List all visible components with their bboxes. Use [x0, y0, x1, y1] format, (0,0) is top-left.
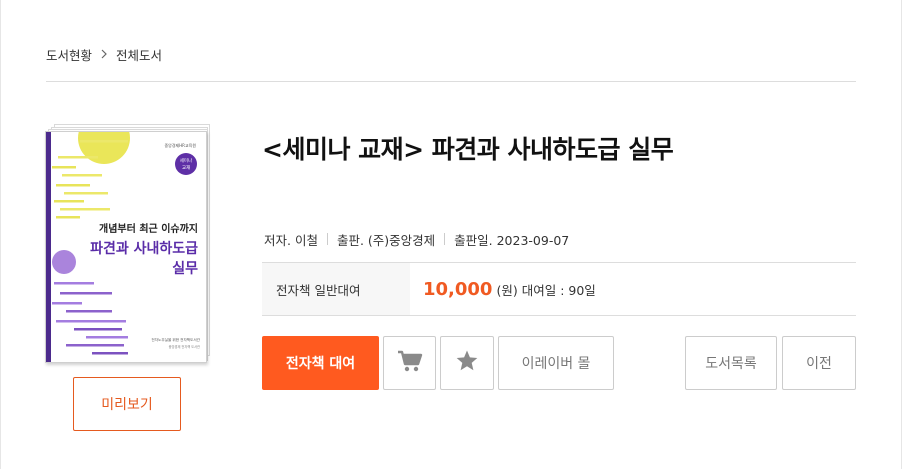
cover-badge-line2: 교재 [182, 164, 190, 171]
page-frame-left [0, 0, 1, 469]
cover-title-line1: 파견과 사내하도급 [90, 240, 198, 257]
book-pub-date: 출판일. 2023-09-07 [454, 232, 570, 248]
book-publisher: 출판. (주)중앙경제 [336, 232, 436, 248]
rent-ebook-button[interactable]: 전자책 대여 [262, 336, 379, 390]
cover-footer-line2: 중앙경제 전자책 도서관 [169, 344, 200, 349]
star-icon [455, 349, 479, 377]
book-meta: 저자. 이철 출판. (주)중앙경제 출판일. 2023-09-07 [264, 229, 569, 249]
price-unit: (원) [496, 282, 518, 298]
breadcrumb-current[interactable]: 전체도서 [116, 45, 162, 64]
cart-icon [397, 349, 423, 377]
book-list-button[interactable]: 도서목록 [685, 336, 777, 390]
elabor-mall-button[interactable]: 이레이버 몰 [498, 336, 614, 390]
cover-publisher-logo: 중앙경제HR교육원 [164, 142, 196, 148]
divider [326, 233, 328, 245]
breadcrumb-home[interactable]: 도서현황 [46, 45, 92, 64]
cover-footer-line1: 전자노무실을 위한 전자책도서관 [151, 337, 200, 342]
divider [444, 233, 446, 245]
preview-button[interactable]: 미리보기 [73, 377, 181, 431]
book-title: <세미나 교재> 파견과 사내하도급 실무 [262, 135, 674, 164]
cover-title-line2: 실무 [172, 261, 198, 277]
book-author: 저자. 이철 [264, 232, 318, 248]
book-cover-image: 세미나 교재 중앙경제HR교육원 개념부터 최근 이슈까지 파견과 사내하도급 … [45, 131, 207, 363]
price-table: 전자책 일반대여 10,000 (원) 대여일 : 90일 [262, 262, 856, 316]
rental-period: 대여일 : 90일 [521, 282, 596, 298]
price-amount: 10,000 [423, 278, 493, 300]
book-cover: 세미나 교재 중앙경제HR교육원 개념부터 최근 이슈까지 파견과 사내하도급 … [44, 124, 214, 364]
favorite-button[interactable] [440, 336, 494, 390]
price-value: 10,000 (원) 대여일 : 90일 [410, 263, 856, 315]
cover-badge-line1: 세미나 [180, 157, 192, 164]
cover-subtitle: 개념부터 최근 이슈까지 [99, 222, 198, 235]
price-label: 전자책 일반대여 [262, 263, 410, 315]
breadcrumb: 도서현황 전체도서 [46, 44, 162, 64]
add-to-cart-button[interactable] [383, 336, 436, 390]
prev-button[interactable]: 이전 [782, 336, 856, 390]
divider [46, 81, 856, 82]
chevron-right-icon [100, 49, 108, 59]
